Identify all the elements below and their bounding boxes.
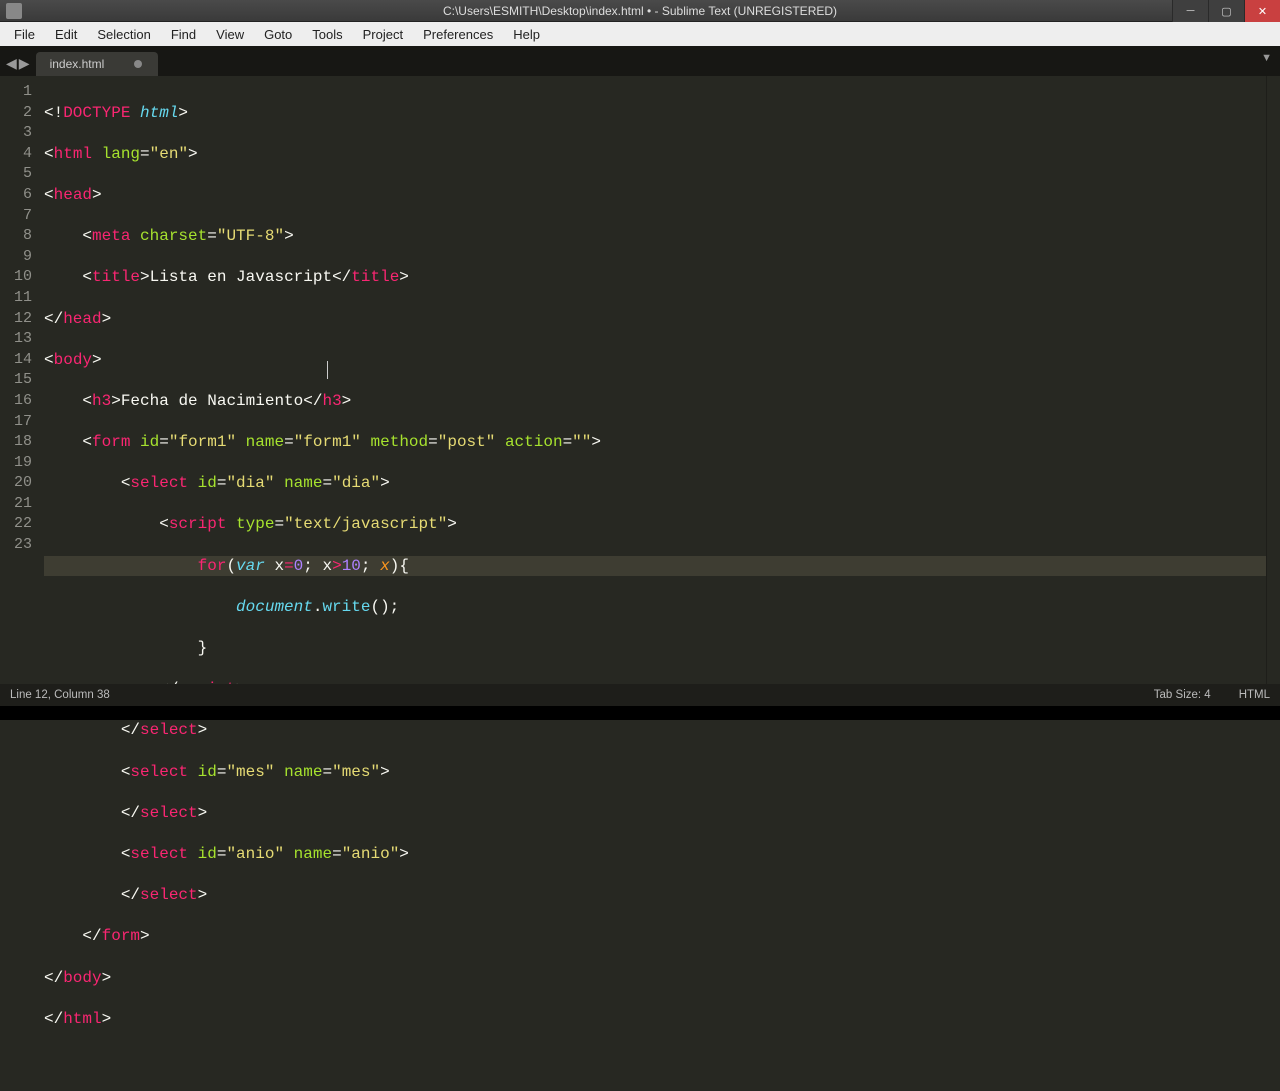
- line-number: 4: [0, 144, 32, 165]
- code-line: <form id="form1" name="form1" method="po…: [44, 432, 1266, 453]
- line-number: 18: [0, 432, 32, 453]
- code-line: <script type="text/javascript">: [44, 514, 1266, 535]
- line-number: 9: [0, 247, 32, 268]
- status-tabsize[interactable]: Tab Size: 4: [1154, 689, 1211, 701]
- editor[interactable]: 1 2 3 4 5 6 7 8 9 10 11 12 13 14 15 16 1…: [0, 76, 1280, 692]
- line-number: 6: [0, 185, 32, 206]
- code-line: <select id="dia" name="dia">: [44, 473, 1266, 494]
- line-number: 5: [0, 164, 32, 185]
- menu-project[interactable]: Project: [353, 24, 413, 45]
- code-line: <h3>Fecha de Nacimiento</h3>: [44, 391, 1266, 412]
- close-button[interactable]: ✕: [1244, 0, 1280, 22]
- code-line: </body>: [44, 968, 1266, 989]
- menu-tools[interactable]: Tools: [302, 24, 352, 45]
- code-line: </select>: [44, 803, 1266, 824]
- maximize-button[interactable]: ▢: [1208, 0, 1244, 22]
- code-line: </html>: [44, 1009, 1266, 1030]
- line-number: 3: [0, 123, 32, 144]
- line-number: 12: [0, 309, 32, 330]
- line-number: 14: [0, 350, 32, 371]
- code-line: </form>: [44, 926, 1266, 947]
- line-number: 20: [0, 473, 32, 494]
- dirty-indicator-icon: [134, 60, 142, 68]
- code-line: <!DOCTYPE html>: [44, 103, 1266, 124]
- menu-view[interactable]: View: [206, 24, 254, 45]
- menu-file[interactable]: File: [4, 24, 45, 45]
- line-number: 19: [0, 453, 32, 474]
- status-position[interactable]: Line 12, Column 38: [10, 689, 1154, 701]
- line-number: 11: [0, 288, 32, 309]
- menu-preferences[interactable]: Preferences: [413, 24, 503, 45]
- code-line: <html lang="en">: [44, 144, 1266, 165]
- tab-dropdown-icon[interactable]: ▼: [1261, 52, 1272, 64]
- minimize-button[interactable]: ─: [1172, 0, 1208, 22]
- code-area[interactable]: <!DOCTYPE html> <html lang="en"> <head> …: [44, 76, 1266, 692]
- line-number: 2: [0, 103, 32, 124]
- tab-index-html[interactable]: index.html: [36, 52, 159, 76]
- line-number: 22: [0, 514, 32, 535]
- menu-goto[interactable]: Goto: [254, 24, 302, 45]
- line-number: 10: [0, 267, 32, 288]
- code-line: <select id="anio" name="anio">: [44, 844, 1266, 865]
- code-line: </select>: [44, 720, 1266, 741]
- code-line: }: [44, 638, 1266, 659]
- code-line: </head>: [44, 309, 1266, 330]
- menu-selection[interactable]: Selection: [87, 24, 160, 45]
- line-number: 15: [0, 370, 32, 391]
- menu-edit[interactable]: Edit: [45, 24, 87, 45]
- tab-nav: ◀ ▶: [4, 55, 36, 76]
- text-cursor-icon: [327, 361, 328, 379]
- code-line: document.write();: [44, 597, 1266, 618]
- nav-back-icon[interactable]: ◀: [6, 55, 17, 72]
- code-line: <select id="mes" name="mes">: [44, 762, 1266, 783]
- line-number: 7: [0, 206, 32, 227]
- menu-bar: File Edit Selection Find View Goto Tools…: [0, 22, 1280, 46]
- menu-help[interactable]: Help: [503, 24, 550, 45]
- line-number: 8: [0, 226, 32, 247]
- tab-bar: ◀ ▶ index.html ▼: [0, 46, 1280, 76]
- code-line: <meta charset="UTF-8">: [44, 226, 1266, 247]
- tab-label: index.html: [50, 57, 105, 71]
- window-controls: ─ ▢ ✕: [1172, 0, 1280, 22]
- status-syntax[interactable]: HTML: [1239, 689, 1270, 701]
- code-line: <head>: [44, 185, 1266, 206]
- app-icon: [6, 3, 22, 19]
- line-number: 21: [0, 494, 32, 515]
- code-line-active: for(var x=0; x>10; x){: [44, 556, 1266, 577]
- code-line: <title>Lista en Javascript</title>: [44, 267, 1266, 288]
- window-title: C:\Users\ESMITH\Desktop\index.html • - S…: [0, 4, 1280, 18]
- code-line: <body>: [44, 350, 1266, 371]
- line-number: 16: [0, 391, 32, 412]
- line-number: 13: [0, 329, 32, 350]
- window-titlebar: C:\Users\ESMITH\Desktop\index.html • - S…: [0, 0, 1280, 22]
- nav-forward-icon[interactable]: ▶: [19, 55, 30, 72]
- status-bar: Line 12, Column 38 Tab Size: 4 HTML: [0, 684, 1280, 706]
- menu-find[interactable]: Find: [161, 24, 206, 45]
- line-number: 23: [0, 535, 32, 556]
- line-number: 17: [0, 412, 32, 433]
- line-number: 1: [0, 82, 32, 103]
- line-gutter: 1 2 3 4 5 6 7 8 9 10 11 12 13 14 15 16 1…: [0, 76, 44, 692]
- minimap[interactable]: [1266, 76, 1280, 692]
- bottom-strip: [0, 706, 1280, 720]
- code-line: </select>: [44, 885, 1266, 906]
